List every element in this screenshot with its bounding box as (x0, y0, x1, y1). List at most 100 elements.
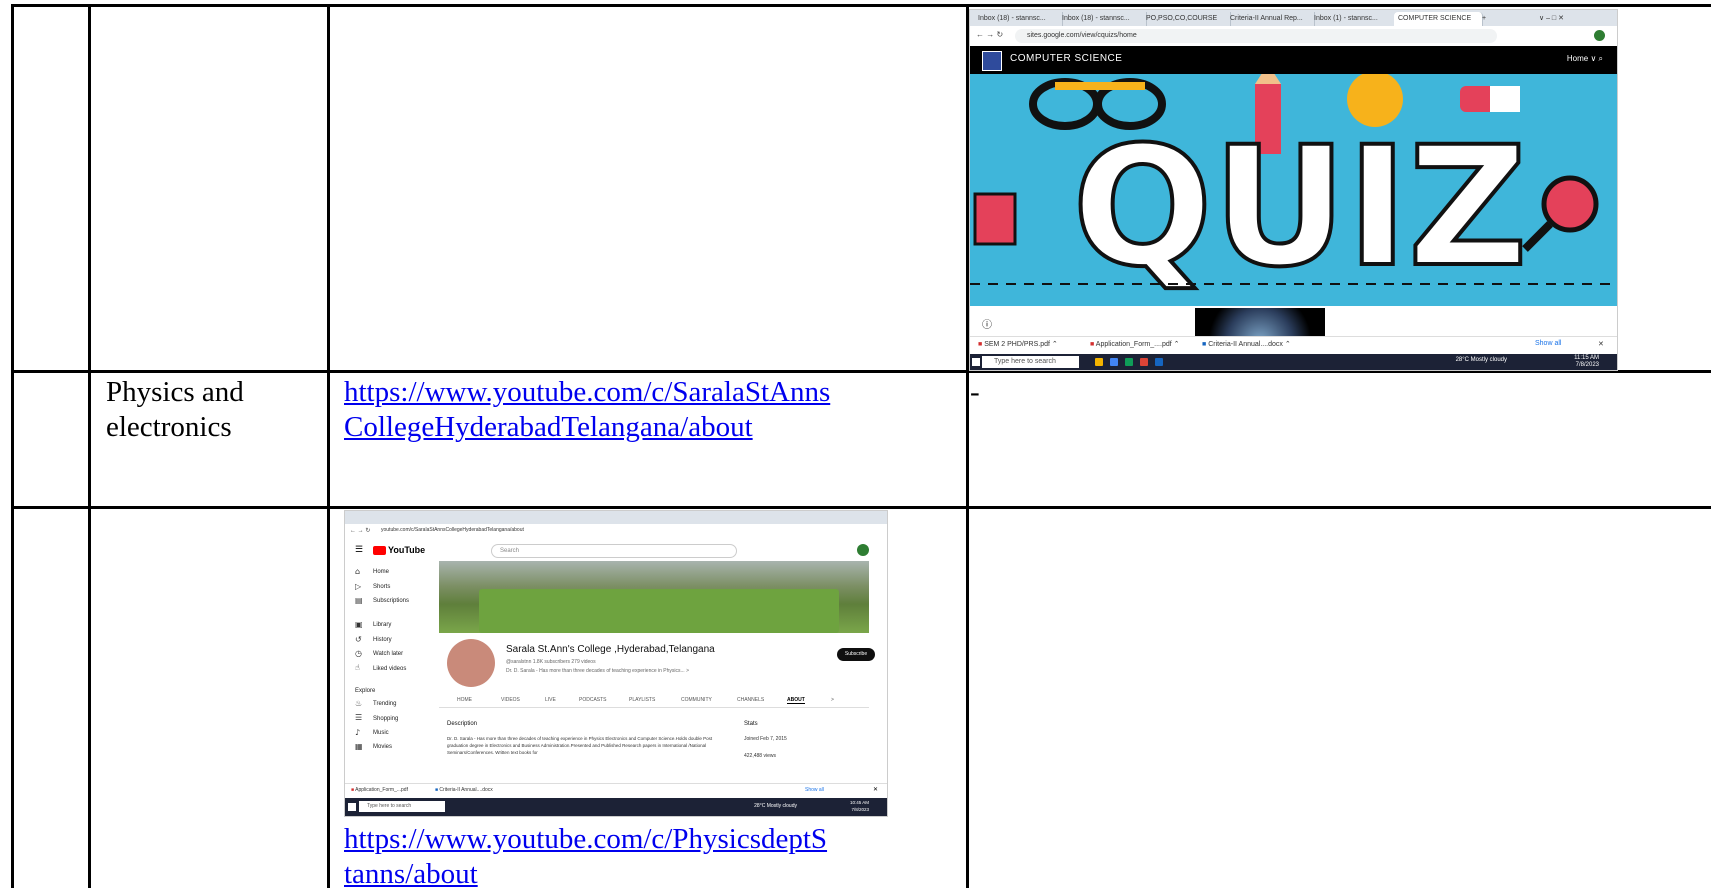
physics-dept-link[interactable]: tanns/about (344, 858, 478, 890)
download-item[interactable]: ■ Application_Form_....pdf ⌃ (1090, 340, 1179, 348)
address-bar-row: ← → ↻ youtube.com/c/SaralaStAnnsCollegeH… (345, 524, 887, 540)
sidebar-item-shopping[interactable]: Shopping (373, 716, 398, 722)
channel-link[interactable]: https://www.youtube.com/c/SaralaStAnns (344, 376, 830, 408)
download-item[interactable]: ■ Criteria-II Annual....docx ⌃ (1202, 340, 1291, 348)
tab-videos[interactable]: VIDEOS (501, 697, 520, 703)
sidebar-item-subscriptions[interactable]: Subscriptions (373, 598, 409, 604)
taskbar-app-icon[interactable] (1125, 358, 1133, 366)
subject-cell: Physics and electronics (106, 375, 244, 445)
browser-tab[interactable]: Inbox (18) - stannsc... (1058, 12, 1147, 26)
liked-videos-icon: ☝ (355, 663, 360, 672)
sidebar-item-trending[interactable]: Trending (373, 701, 396, 707)
youtube-search-input[interactable]: Search (491, 544, 737, 558)
download-item[interactable]: ■ SEM 2 PHD/PRS.pdf ⌃ (978, 340, 1058, 348)
url-field[interactable]: sites.google.com/view/cquizs/home (1015, 29, 1497, 43)
youtube-sidebar: ⌂ Home ▷ Shorts ▤ Subscriptions ▣ Librar… (345, 561, 435, 791)
nav-arrows-icon[interactable]: ← → ↻ (350, 527, 370, 534)
site-logo[interactable] (982, 51, 1002, 71)
windows-start-icon[interactable] (348, 803, 356, 811)
sidebar-item-liked-videos[interactable]: Liked videos (373, 666, 406, 672)
view-count: 422,488 views (744, 753, 776, 759)
taskbar-time[interactable]: 10:45 AM (850, 800, 869, 805)
taskbar-search[interactable]: Type here to search (359, 801, 445, 812)
channel-name: Sarala St.Ann's College ,Hyderabad,Telan… (506, 644, 715, 655)
channel-banner-image (439, 561, 869, 633)
show-all-button[interactable]: Show all (805, 787, 824, 793)
profile-avatar-icon[interactable] (1594, 30, 1605, 41)
sidebar-item-shorts[interactable]: Shorts (373, 584, 390, 590)
windows-taskbar: Type here to search 28°C Mostly cloudy 1… (345, 798, 887, 816)
sidebar-item-music[interactable]: Music (373, 730, 389, 736)
col-border-2 (327, 4, 330, 888)
taskbar-date[interactable]: 7/8/2023 (1576, 362, 1599, 368)
col-border-1 (88, 4, 91, 888)
channel-blurb[interactable]: Dr. D. Sarala - Has more than three deca… (506, 668, 689, 674)
tab-live[interactable]: LIVE (545, 697, 556, 703)
url-field[interactable]: youtube.com/c/SaralaStAnnsCollegeHyderab… (381, 527, 524, 533)
sidebar-item-watch-later[interactable]: Watch later (373, 651, 403, 657)
browser-tab[interactable]: Inbox (1) - stannsc... (1310, 12, 1399, 26)
show-all-button[interactable]: Show all (1535, 340, 1561, 347)
link-cell: https://www.youtube.com/c/SaralaStAnns C… (344, 375, 830, 445)
menu-icon[interactable]: ☰ (355, 544, 363, 555)
browser-tab-bar (345, 511, 887, 524)
col-border-0 (11, 4, 14, 888)
taskbar-app-icon[interactable] (1140, 358, 1148, 366)
window-controls[interactable]: ∨ – □ ✕ (1535, 12, 1617, 26)
downloads-bar: ■ Application_Form_...pdf ■ Criteria-II … (345, 783, 887, 799)
dash-cell: - (970, 376, 980, 408)
tab-playlists[interactable]: PLAYLISTS (629, 697, 655, 703)
info-icon[interactable]: ⓘ (982, 316, 992, 331)
taskbar-weather[interactable]: 28°C Mostly cloudy (1456, 357, 1507, 363)
site-title[interactable]: COMPUTER SCIENCE (1010, 53, 1122, 64)
taskbar-app-icon[interactable] (1110, 358, 1118, 366)
taskbar-app-icon[interactable] (1095, 358, 1103, 366)
browser-tab[interactable]: Inbox (18) - stannsc... (974, 12, 1063, 26)
sidebar-section-explore: Explore (355, 688, 376, 694)
download-item[interactable]: ■ Application_Form_...pdf (351, 787, 408, 793)
tab-home[interactable]: HOME (457, 697, 472, 703)
site-menu[interactable]: Home ∨ ⌕ (1567, 54, 1603, 64)
music-icon: ♪ (355, 728, 361, 737)
taskbar-time[interactable]: 11:15 AM (1574, 355, 1599, 361)
channel-tabs: HOME VIDEOS LIVE PODCASTS PLAYLISTS COMM… (439, 695, 869, 708)
tab-podcasts[interactable]: PODCASTS (579, 697, 607, 703)
channel-avatar[interactable] (447, 639, 495, 687)
stats-heading: Stats (744, 721, 758, 727)
channel-link[interactable]: CollegeHyderabadTelangana/about (344, 411, 753, 443)
home-icon: ⌂ (355, 567, 361, 576)
browser-tab[interactable]: Criteria-II Annual Rep... (1226, 12, 1315, 26)
close-icon[interactable]: ✕ (1598, 340, 1604, 348)
tab-about[interactable]: ABOUT (787, 697, 805, 704)
chevron-right-icon[interactable]: > (831, 697, 834, 703)
new-tab-button[interactable]: + (1478, 12, 1496, 26)
subscribe-button[interactable]: Subscribe (837, 648, 875, 661)
taskbar-app-icon[interactable] (1155, 358, 1163, 366)
tab-community[interactable]: COMMUNITY (681, 697, 712, 703)
row-divider-2 (11, 506, 1711, 509)
taskbar-search[interactable]: Type here to search (982, 356, 1079, 368)
channel-meta: @saralstnn 1.8K subscribers 279 videos (506, 659, 596, 665)
taskbar-date[interactable]: 7/8/2023 (851, 807, 869, 812)
tab-channels[interactable]: CHANNELS (737, 697, 764, 703)
windows-start-icon[interactable] (972, 358, 980, 366)
close-icon[interactable]: ✕ (873, 786, 878, 793)
youtube-logo[interactable]: YouTube (373, 545, 425, 556)
sidebar-item-home[interactable]: Home (373, 569, 389, 575)
subject-line: electronics (106, 411, 232, 443)
banner-lawn (479, 589, 839, 633)
physics-dept-link[interactable]: https://www.youtube.com/c/PhysicsdeptS (344, 823, 827, 855)
sidebar-item-history[interactable]: History (373, 637, 392, 643)
joined-date: Joined Feb 7, 2015 (744, 736, 787, 742)
sidebar-item-library[interactable]: Library (373, 622, 391, 628)
nav-arrows-icon[interactable]: ← → ↻ (976, 30, 1003, 39)
site-header: COMPUTER SCIENCE Home ∨ ⌕ (970, 46, 1617, 74)
movies-icon: ▦ (355, 742, 363, 751)
browser-tab[interactable]: PO,PSO,CO,COURSE (1142, 12, 1231, 26)
avatar[interactable] (857, 544, 869, 556)
screenshot-youtube-about: ← → ↻ youtube.com/c/SaralaStAnnsCollegeH… (344, 510, 888, 817)
sidebar-item-movies[interactable]: Movies (373, 744, 392, 750)
browser-tab-active[interactable]: COMPUTER SCIENCE (1394, 12, 1483, 26)
taskbar-weather[interactable]: 28°C Mostly cloudy (754, 803, 797, 809)
download-item[interactable]: ■ Criteria-II Annual....docx (435, 787, 493, 793)
